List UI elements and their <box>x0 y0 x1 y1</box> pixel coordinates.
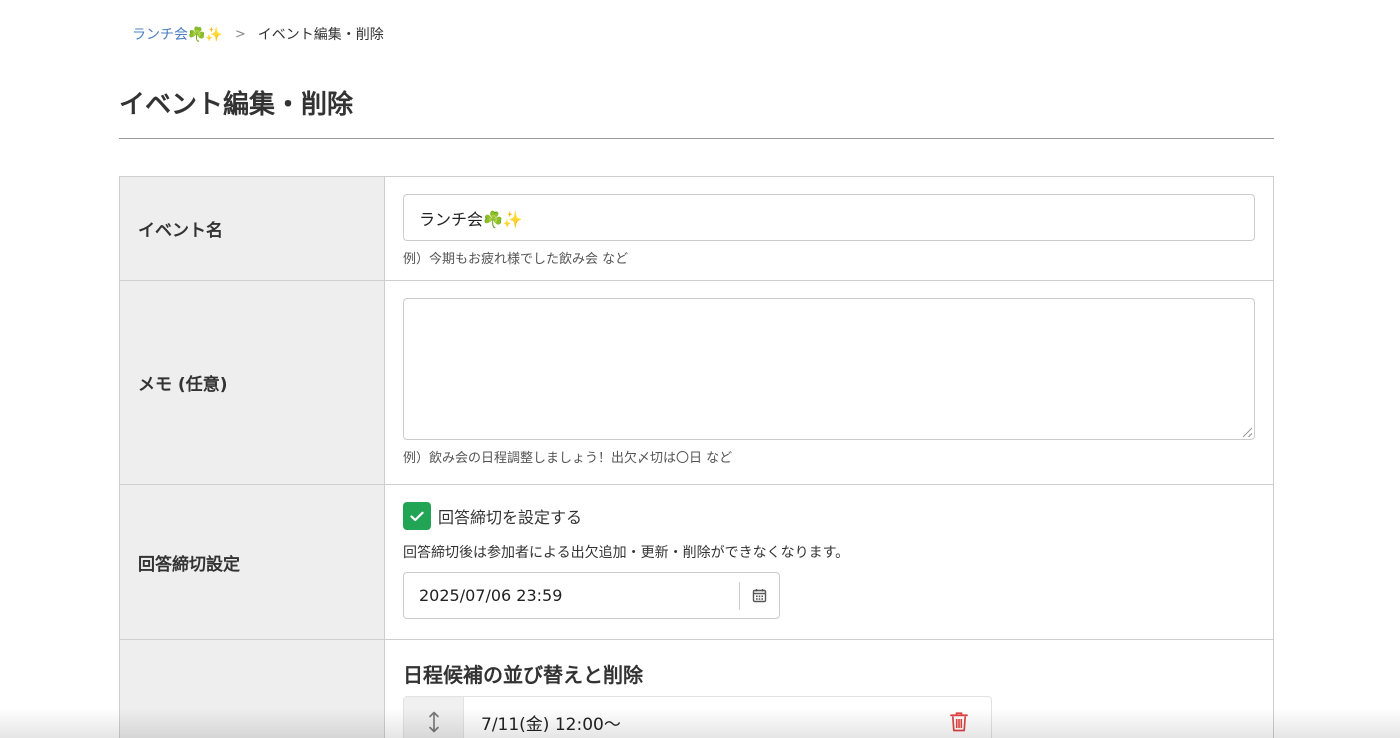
event-name-row: イベント名 ランチ会☘️✨ 例）今期もお疲れ様でした飲み会 など <box>120 177 1273 281</box>
breadcrumb-separator: > <box>234 26 246 42</box>
memo-row: メモ (任意) 例）飲み会の日程調整しましょう！出欠〆切は〇日 など <box>120 281 1273 485</box>
candidate-item: 7/11(金) 12:00〜 <box>403 696 992 738</box>
candidate-label: 7/11(金) 12:00〜 <box>481 714 621 735</box>
event-name-label: イベント名 <box>120 177 385 280</box>
vertical-arrows-icon <box>428 711 439 733</box>
event-edit-form: イベント名 ランチ会☘️✨ 例）今期もお疲れ様でした飲み会 など メモ (任意)… <box>119 176 1274 738</box>
drag-handle[interactable] <box>404 697 464 738</box>
schedule-label <box>120 640 385 738</box>
trash-icon <box>950 712 968 732</box>
breadcrumb-parent-link[interactable]: ランチ会☘️✨ <box>132 24 223 44</box>
memo-textarea[interactable] <box>403 298 1255 440</box>
calendar-icon <box>752 589 767 603</box>
page: ランチ会☘️✨ > イベント編集・削除 イベント編集・削除 イベント名 ランチ会… <box>0 0 1400 738</box>
deadline-row: 回答締切設定 回答締切を設定する 回答締切後は参加者による出欠追加・更新・削除が… <box>120 485 1273 640</box>
title-divider <box>119 138 1274 139</box>
calendar-picker-button[interactable] <box>740 573 779 618</box>
checkmark-icon <box>410 511 424 521</box>
schedule-cell: 日程候補の並び替えと削除 7/11(金) 12:00〜 <box>385 640 1273 738</box>
deadline-label: 回答締切設定 <box>120 485 385 639</box>
deadline-checkbox-label[interactable]: 回答締切を設定する <box>438 504 582 528</box>
memo-label: メモ (任意) <box>120 281 385 484</box>
deadline-cell: 回答締切を設定する 回答締切後は参加者による出欠追加・更新・削除ができなくなりま… <box>385 485 1273 639</box>
deadline-checkbox-row: 回答締切を設定する <box>403 502 1255 530</box>
memo-hint: 例）飲み会の日程調整しましょう！出欠〆切は〇日 など <box>403 451 733 466</box>
schedule-row: 日程候補の並び替えと削除 7/11(金) 12:00〜 <box>120 640 1273 738</box>
event-name-input[interactable]: ランチ会☘️✨ <box>403 194 1255 241</box>
event-name-hint: 例）今期もお疲れ様でした飲み会 など <box>403 252 629 267</box>
deadline-note: 回答締切後は参加者による出欠追加・更新・削除ができなくなります。 <box>403 545 850 561</box>
memo-cell: 例）飲み会の日程調整しましょう！出欠〆切は〇日 など <box>385 281 1273 484</box>
textarea-resize-handle[interactable] <box>1243 428 1252 437</box>
deadline-checkbox[interactable] <box>403 502 431 530</box>
breadcrumb-current: イベント編集・削除 <box>257 27 384 43</box>
delete-candidate-button[interactable] <box>927 697 991 738</box>
page-title: イベント編集・削除 <box>119 90 354 120</box>
deadline-datetime-value: 2025/07/06 23:59 <box>419 586 563 605</box>
event-name-cell: ランチ会☘️✨ 例）今期もお疲れ様でした飲み会 など <box>385 177 1273 280</box>
breadcrumb: ランチ会☘️✨ > イベント編集・削除 <box>132 24 384 44</box>
schedule-heading: 日程候補の並び替えと削除 <box>403 663 643 687</box>
deadline-datetime-field[interactable]: 2025/07/06 23:59 <box>403 572 780 619</box>
